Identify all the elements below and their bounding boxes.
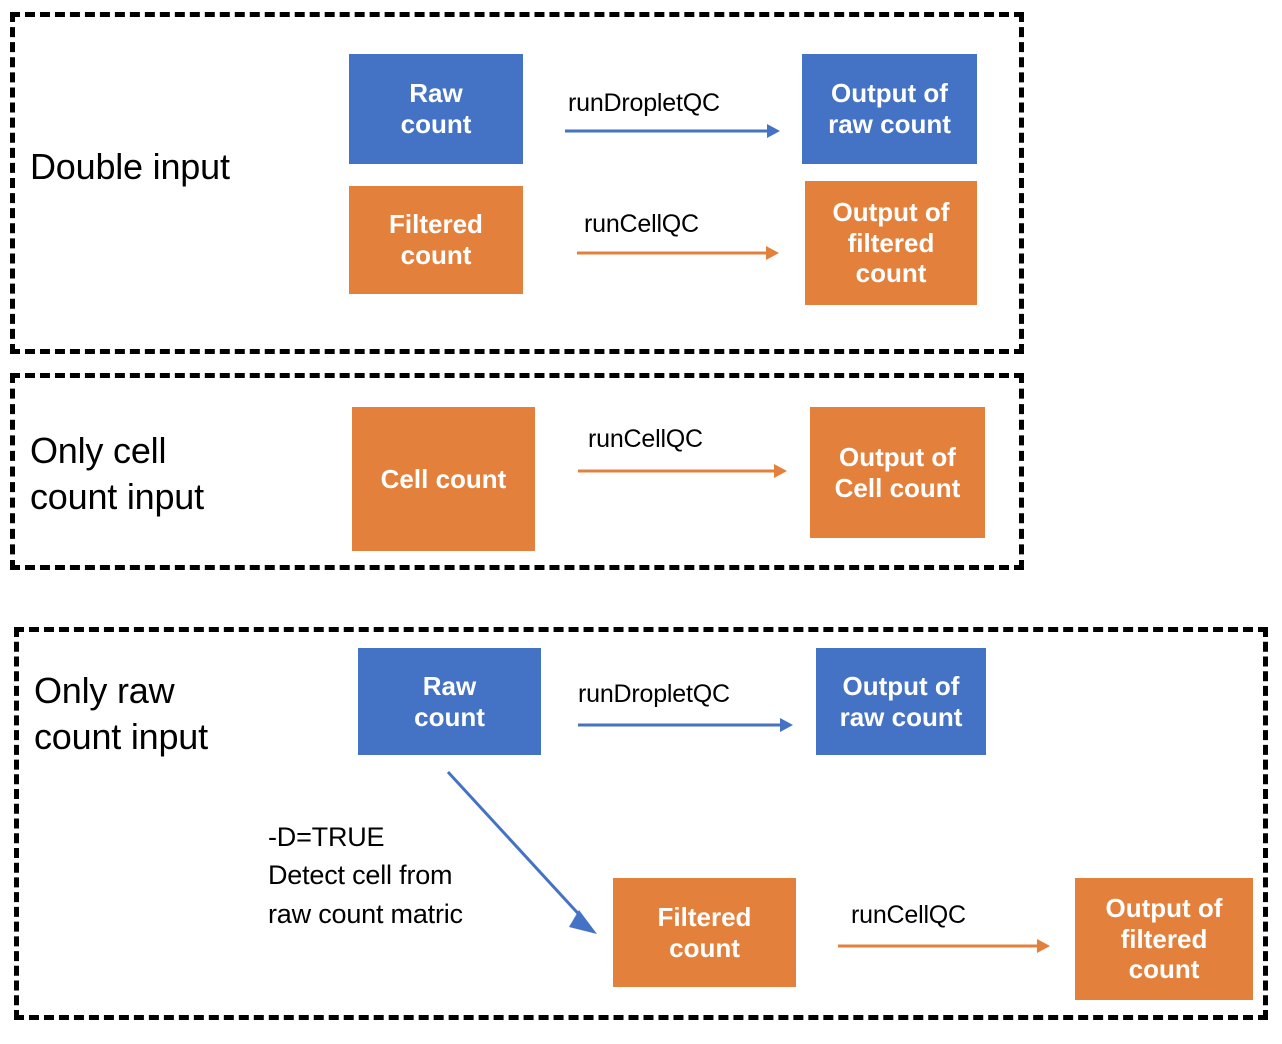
node-filtered-count: Filtered count <box>349 186 523 294</box>
edge-label-rundropletqc-1: runDropletQC <box>568 89 720 117</box>
edge-label-runcellqc-1: runCellQC <box>584 210 699 238</box>
node-cell-count: Cell count <box>352 407 535 551</box>
node-output-raw-count-2: Output of raw count <box>816 648 986 755</box>
edge-label-runcellqc-3: runCellQC <box>851 901 966 929</box>
node-output-raw-count: Output of raw count <box>802 54 977 164</box>
panel-only-cell-count-input-label: Only cell count input <box>30 430 204 518</box>
node-output-cell-count: Output of Cell count <box>810 407 985 538</box>
edge-label-runcellqc-2: runCellQC <box>588 425 703 453</box>
note-detect-cell-from-raw-count: -D=TRUE Detect cell from raw count matri… <box>268 822 463 929</box>
node-raw-count-2: Raw count <box>358 648 541 755</box>
panel-only-raw-count-input-label: Only raw count input <box>34 670 208 758</box>
node-output-filtered-count-2: Output of filtered count <box>1075 878 1253 1000</box>
panel-double-input-label: Double input <box>30 146 230 187</box>
diagram-canvas: Double input Raw count Output of raw cou… <box>0 0 1282 1044</box>
node-raw-count: Raw count <box>349 54 523 164</box>
node-output-filtered-count: Output of filtered count <box>805 181 977 305</box>
node-filtered-count-2: Filtered count <box>613 878 796 987</box>
edge-label-rundropletqc-2: runDropletQC <box>578 680 730 708</box>
